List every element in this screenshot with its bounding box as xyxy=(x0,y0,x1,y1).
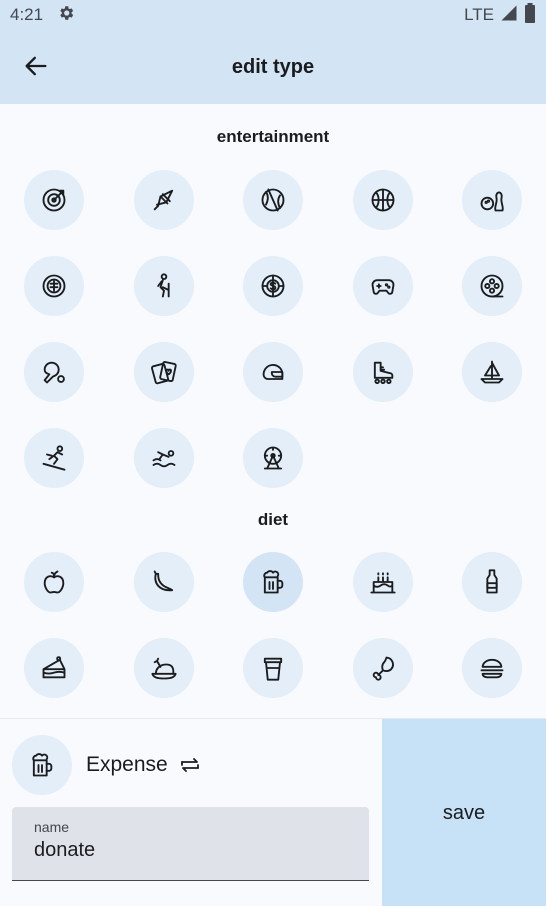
section-title-entertainment: entertainment xyxy=(216,127,330,146)
playing-cards-icon-button[interactable] xyxy=(133,342,194,402)
swap-icon xyxy=(180,758,199,772)
icon-picker[interactable]: entertainment diet xyxy=(0,104,546,718)
basketball-icon-button[interactable] xyxy=(352,170,413,230)
network-label: LTE xyxy=(464,5,494,24)
name-field-label: name xyxy=(34,819,70,835)
back-button[interactable] xyxy=(14,44,58,88)
mahjong-icon-button[interactable] xyxy=(24,256,84,316)
ping-pong-icon-button[interactable] xyxy=(24,342,84,402)
roller-skate-icon xyxy=(373,361,393,385)
skiing-icon xyxy=(42,445,66,471)
dart-target-icon-button[interactable] xyxy=(24,170,84,230)
battery-icon xyxy=(524,2,536,28)
app-bar: edit type xyxy=(0,30,546,104)
hiking-icon xyxy=(156,273,170,298)
page-title: edit type xyxy=(231,55,315,78)
bottle-icon-button[interactable] xyxy=(462,552,522,612)
badminton-icon xyxy=(153,189,173,211)
apple-icon xyxy=(43,570,65,594)
burger-icon-button[interactable] xyxy=(462,638,522,698)
status-time: 4:21 xyxy=(10,5,44,24)
arrow-back-icon xyxy=(25,56,47,76)
banana-icon xyxy=(153,570,173,592)
ferris-wheel-icon xyxy=(263,446,283,470)
roast-chicken-icon xyxy=(150,657,177,680)
swimming-icon-button[interactable] xyxy=(133,428,194,488)
coffee-cup-icon-button[interactable] xyxy=(243,638,303,698)
name-input[interactable] xyxy=(34,839,347,862)
dart-target-icon xyxy=(42,188,66,212)
selected-icon-preview[interactable] xyxy=(12,735,72,795)
helmet-icon-button[interactable] xyxy=(243,342,303,402)
casino-chip-icon xyxy=(261,274,285,298)
film-reel-icon-button[interactable] xyxy=(462,256,522,316)
bowling-icon-button[interactable] xyxy=(462,170,522,230)
beer-mug-icon-button[interactable] xyxy=(243,552,303,612)
icon-grid-entertainment xyxy=(0,170,546,488)
mahjong-icon xyxy=(42,274,66,298)
settings-icon xyxy=(57,4,75,27)
roller-skate-icon-button[interactable] xyxy=(352,342,413,402)
cake-slice-icon-button[interactable] xyxy=(24,638,84,698)
sailboat-icon xyxy=(480,360,504,384)
chicken-leg-icon xyxy=(372,656,394,681)
type-label: Expense xyxy=(86,753,168,776)
chicken-leg-icon-button[interactable] xyxy=(352,638,413,698)
baseball-icon-button[interactable] xyxy=(243,170,303,230)
apple-icon-button[interactable] xyxy=(24,552,84,612)
beer-mug-icon xyxy=(32,753,53,777)
burger-icon xyxy=(480,658,504,679)
hiking-icon-button[interactable] xyxy=(133,256,194,316)
birthday-cake-icon-button[interactable] xyxy=(352,552,413,612)
gamepad-icon xyxy=(371,279,394,295)
ferris-wheel-icon-button[interactable] xyxy=(243,428,303,488)
section-title-diet: diet xyxy=(257,510,289,529)
status-bar: 4:21 LTE xyxy=(0,0,546,30)
helmet-icon xyxy=(262,364,284,380)
bowling-icon xyxy=(480,191,504,212)
save-button[interactable]: save xyxy=(382,719,546,906)
sailboat-icon-button[interactable] xyxy=(462,342,522,402)
signal-icon xyxy=(500,4,518,27)
edit-panel: Expense name save xyxy=(0,718,546,906)
icon-grid-diet xyxy=(0,552,546,698)
basketball-icon xyxy=(371,188,394,212)
film-reel-icon xyxy=(480,274,504,298)
cake-slice-icon xyxy=(42,656,66,679)
ping-pong-icon xyxy=(43,361,65,384)
type-toggle-button[interactable]: Expense xyxy=(80,747,208,783)
gamepad-icon-button[interactable] xyxy=(352,256,413,316)
coffee-cup-icon xyxy=(263,657,283,681)
playing-cards-icon xyxy=(150,361,177,385)
swimming-icon xyxy=(152,450,175,468)
name-field[interactable]: name xyxy=(12,807,369,881)
bottle-icon xyxy=(486,569,498,594)
baseball-icon xyxy=(261,188,285,212)
skiing-icon-button[interactable] xyxy=(24,428,84,488)
banana-icon-button[interactable] xyxy=(133,552,194,612)
casino-chip-icon-button[interactable] xyxy=(243,256,303,316)
birthday-cake-icon xyxy=(369,572,396,594)
roast-chicken-icon-button[interactable] xyxy=(133,638,194,698)
beer-mug-icon xyxy=(263,570,284,594)
badminton-icon-button[interactable] xyxy=(133,170,194,230)
